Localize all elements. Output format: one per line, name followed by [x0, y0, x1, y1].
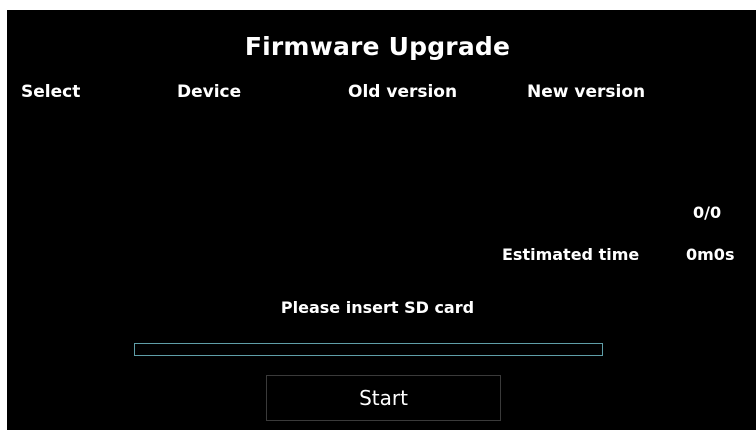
- page-title: Firmware Upgrade: [244, 32, 511, 61]
- firmware-upgrade-screen: Firmware Upgrade Select Device Old versi…: [7, 10, 756, 430]
- upgrade-count: 0/0: [693, 203, 722, 222]
- column-header-select: Select: [21, 82, 81, 102]
- estimated-time-value: 0m0s: [686, 245, 735, 264]
- start-button[interactable]: Start: [266, 375, 501, 421]
- status-message: Please insert SD card: [280, 298, 475, 317]
- column-header-old-version: Old version: [348, 82, 458, 102]
- column-header-device: Device: [177, 82, 242, 102]
- column-header-new-version: New version: [527, 82, 646, 102]
- estimated-time-label: Estimated time: [502, 245, 640, 264]
- progress-bar: [134, 343, 603, 356]
